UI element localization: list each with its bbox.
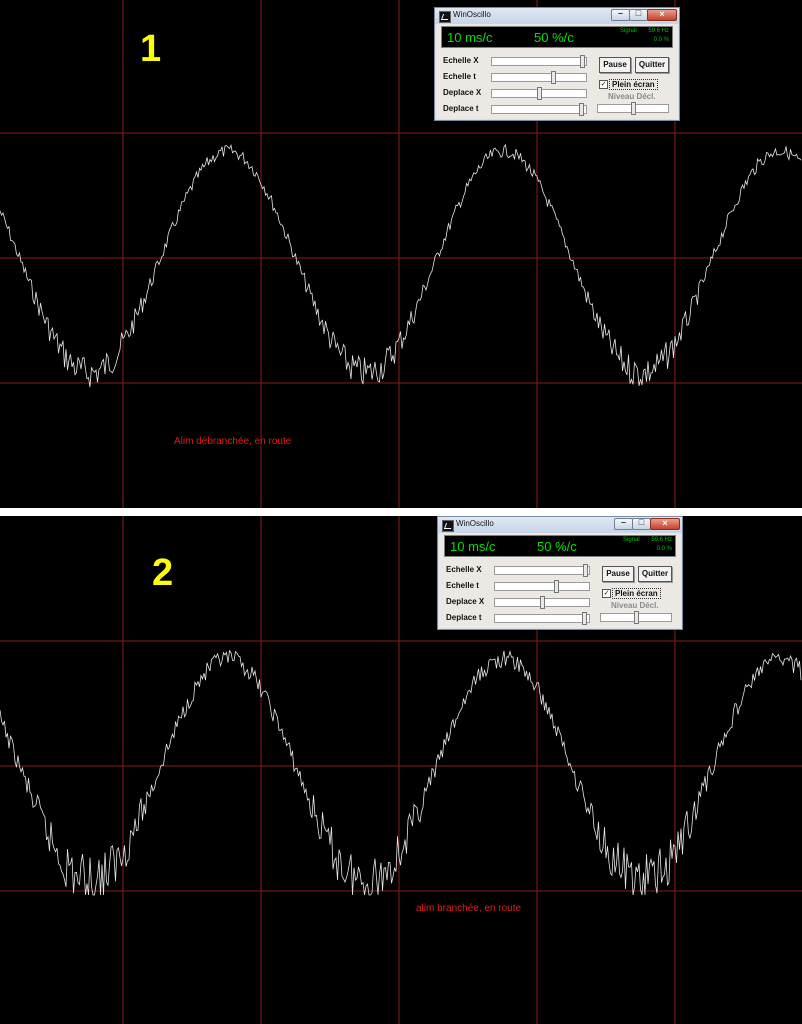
oscilloscope-panel-1: 1 Alim débranchée, en route WinOscillo –… <box>0 0 802 508</box>
deplace-t-slider[interactable] <box>491 103 587 116</box>
oscillo-app-icon <box>442 520 454 532</box>
fullscreen-checkbox[interactable]: ✓ <box>602 589 611 598</box>
close-button[interactable]: × <box>647 9 677 21</box>
signal-trace <box>0 143 802 388</box>
readout-display: 10 ms/c 50 %/c Signal 59.6 Hz 0.0 % <box>441 26 673 48</box>
slider-thumb[interactable] <box>634 611 639 624</box>
title-bar[interactable]: WinOscillo – □ × <box>438 517 682 533</box>
echelle-x-slider[interactable] <box>494 564 590 577</box>
panel-caption: alim branchée, en route <box>416 903 522 914</box>
panel-caption: Alim débranchée, en route <box>174 436 292 447</box>
minimize-button[interactable]: – <box>614 517 633 530</box>
slider-thumb[interactable] <box>554 580 560 593</box>
slider-thumb[interactable] <box>579 103 585 116</box>
fullscreen-checkbox[interactable]: ✓ <box>599 80 608 89</box>
level-readout: 0.0 % <box>653 37 669 43</box>
deplace-t-label: Deplace t <box>446 613 482 622</box>
title-bar[interactable]: WinOscillo – □ × <box>435 8 679 24</box>
maximize-button[interactable]: □ <box>629 8 648 21</box>
trigger-level-slider[interactable] <box>597 102 669 115</box>
trigger-level-label: Niveau Décl. <box>611 601 659 610</box>
slider-thumb[interactable] <box>580 55 586 68</box>
readout-display: 10 ms/c 50 %/c Signal 59.6 Hz 0.0 % <box>444 535 676 557</box>
signal-label: Signal <box>620 28 637 34</box>
pause-button[interactable]: Pause <box>602 566 634 582</box>
echelle-x-label: Echelle X <box>446 565 482 574</box>
pause-button[interactable]: Pause <box>599 57 631 73</box>
time-scale-readout: 10 ms/c <box>447 30 493 45</box>
minimize-icon: – <box>617 8 623 18</box>
deplace-x-slider[interactable] <box>491 87 587 100</box>
echelle-t-slider[interactable] <box>494 580 590 593</box>
fullscreen-label[interactable]: Plein écran <box>609 79 658 90</box>
echelle-t-label: Echelle t <box>446 581 479 590</box>
echelle-t-slider[interactable] <box>491 71 587 84</box>
window-title: WinOscillo <box>456 519 494 528</box>
fullscreen-label[interactable]: Plein écran <box>612 588 661 599</box>
panel-number: 1 <box>140 28 162 70</box>
maximize-button[interactable]: □ <box>632 517 651 530</box>
slider-thumb[interactable] <box>583 564 589 577</box>
minimize-icon: – <box>620 517 626 527</box>
deplace-t-slider[interactable] <box>494 612 590 625</box>
level-readout: 0.0 % <box>656 546 672 552</box>
maximize-icon: □ <box>635 8 642 18</box>
echelle-t-label: Echelle t <box>443 72 476 81</box>
slider-thumb[interactable] <box>551 71 557 84</box>
panel-number: 2 <box>152 552 174 594</box>
quit-button[interactable]: Quitter <box>635 57 669 73</box>
waveform-path <box>0 143 802 388</box>
maximize-icon: □ <box>638 517 645 527</box>
winoscillo-window[interactable]: WinOscillo – □ × 10 ms/c 50 %/c Signal 5… <box>434 7 680 121</box>
slider-thumb[interactable] <box>582 612 588 625</box>
deplace-x-slider[interactable] <box>494 596 590 609</box>
close-icon: × <box>659 9 665 19</box>
signal-label: Signal <box>623 537 640 543</box>
oscillo-app-icon <box>439 11 451 23</box>
volt-scale-readout: 50 %/c <box>534 30 574 45</box>
deplace-x-label: Deplace X <box>443 88 482 97</box>
frequency-readout: 59.6 Hz <box>651 537 672 543</box>
oscilloscope-panel-2: 2 alim branchée, en route WinOscillo – □… <box>0 516 802 1024</box>
trigger-level-label: Niveau Décl. <box>608 92 656 101</box>
frequency-readout: 59.6 Hz <box>648 28 669 34</box>
close-button[interactable]: × <box>650 518 680 530</box>
deplace-t-label: Deplace t <box>443 104 479 113</box>
window-title: WinOscillo <box>453 10 491 19</box>
close-icon: × <box>662 518 668 528</box>
quit-button[interactable]: Quitter <box>638 566 672 582</box>
slider-thumb[interactable] <box>537 87 542 100</box>
trigger-level-slider[interactable] <box>600 611 672 624</box>
echelle-x-label: Echelle X <box>443 56 479 65</box>
echelle-x-slider[interactable] <box>491 55 587 68</box>
waveform-path <box>0 649 802 896</box>
time-scale-readout: 10 ms/c <box>450 539 496 554</box>
slider-thumb[interactable] <box>540 596 545 609</box>
minimize-button[interactable]: – <box>611 8 630 21</box>
deplace-x-label: Deplace X <box>446 597 485 606</box>
winoscillo-window[interactable]: WinOscillo – □ × 10 ms/c 50 %/c Signal 5… <box>437 516 683 630</box>
volt-scale-readout: 50 %/c <box>537 539 577 554</box>
slider-thumb[interactable] <box>631 102 636 115</box>
